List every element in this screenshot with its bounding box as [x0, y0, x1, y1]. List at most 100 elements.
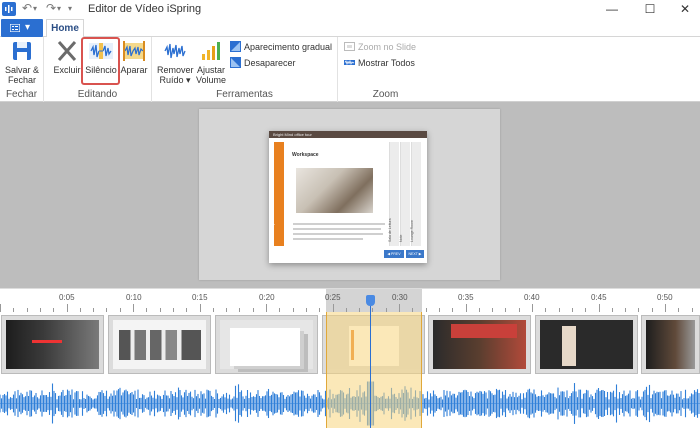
- ruler-tick: [199, 304, 201, 312]
- slide-text-line: [293, 223, 385, 225]
- video-preview-area: Bright Mind office tour Workspace Worksp…: [0, 102, 700, 288]
- trim-icon: [122, 39, 146, 63]
- show-all-button[interactable]: Mostrar Todos: [344, 56, 415, 70]
- ribbon: Salvar & Fechar Fechar Excluir Silêncio …: [0, 37, 700, 102]
- ruler-tick: [66, 304, 68, 312]
- show-all-icon: [344, 59, 355, 66]
- close-button[interactable]: ✕: [670, 1, 700, 17]
- redo-dropdown-icon[interactable]: ▾: [57, 4, 61, 13]
- undo-icon[interactable]: ↶: [22, 1, 32, 15]
- ruler-tick: [266, 304, 267, 312]
- video-thumbnail[interactable]: [428, 315, 531, 374]
- remove-noise-label-1: Remover: [157, 65, 194, 75]
- slide-prev-button: ◀ PREV: [384, 250, 404, 258]
- playhead-handle[interactable]: [366, 295, 375, 306]
- thumbnail-person: [562, 326, 576, 366]
- video-thumbnail[interactable]: [535, 315, 638, 374]
- remove-noise-button[interactable]: Remover Ruído ▾: [157, 39, 194, 85]
- slide-side-label: Workspace: [270, 216, 275, 236]
- ribbon-tab-row: ▾ Home: [0, 19, 700, 38]
- volume-bars-icon: [199, 39, 223, 63]
- trim-label: Aparar: [120, 65, 148, 75]
- menu-icon: [10, 24, 20, 32]
- adjust-volume-label-1: Ajustar: [196, 65, 225, 75]
- undo-dropdown-icon[interactable]: ▾: [33, 4, 37, 13]
- timeline-ruler[interactable]: 0:05 0:10 0:15 0:20 0:25 0:30 0:35 0:40 …: [0, 288, 700, 313]
- tick-label: 0:45: [591, 293, 607, 302]
- preview-frame[interactable]: Bright Mind office tour Workspace Worksp…: [199, 109, 500, 280]
- tick-label: 0:50: [657, 293, 673, 302]
- save-close-button[interactable]: Salvar & Fechar: [4, 39, 40, 85]
- remove-noise-label-2: Ruído ▾: [159, 75, 191, 85]
- tick-label: 0:35: [458, 293, 474, 302]
- ruler-tick: [399, 304, 400, 312]
- noise-waveform-icon: [163, 39, 187, 63]
- delete-button[interactable]: Excluir: [52, 39, 82, 75]
- slide-tab-label-2: Note: [399, 234, 403, 242]
- adjust-volume-button[interactable]: Ajustar Volume: [194, 39, 228, 85]
- group-label-zoom: Zoom: [372, 89, 399, 100]
- adjust-volume-label-2: Volume: [195, 75, 227, 85]
- file-menu-button[interactable]: ▾: [1, 19, 43, 37]
- tick-label: 0:40: [524, 293, 540, 302]
- fade-in-icon: [230, 41, 241, 52]
- tab-home[interactable]: Home: [46, 19, 84, 38]
- slide-next-button: NEXT ▶: [406, 250, 424, 258]
- zoom-slide-icon: [344, 42, 355, 51]
- redo-icon[interactable]: ↷: [46, 1, 56, 15]
- tick-label: 0:30: [392, 293, 408, 302]
- group-ferramentas: Remover Ruído ▾ Ajustar Volume Aparecime…: [152, 37, 338, 102]
- file-menu-chevron-icon: ▾: [25, 22, 31, 33]
- fade-out-icon: [230, 57, 241, 68]
- slide-accordion-tab-2: Note: [399, 142, 410, 246]
- show-all-label: Mostrar Todos: [358, 58, 415, 68]
- app-icon: [2, 2, 16, 16]
- delete-label: Excluir: [53, 65, 81, 75]
- group-fechar: Salvar & Fechar Fechar: [0, 37, 44, 102]
- ruler-tick: [665, 304, 666, 312]
- thumbnail-card: [230, 328, 300, 366]
- office-photo: [296, 168, 373, 213]
- tick-label: 0:10: [126, 293, 142, 302]
- silence-selection-region[interactable]: [326, 312, 422, 428]
- video-thumbnail[interactable]: [1, 315, 104, 374]
- ruler-tick: [133, 304, 134, 312]
- zoom-on-slide-label: Zoom no Slide: [358, 42, 417, 52]
- trim-button[interactable]: Aparar: [119, 39, 149, 75]
- timeline-tracks[interactable]: [0, 312, 700, 428]
- thumbnail-banner: [451, 324, 517, 338]
- group-zoom: Zoom no Slide Mostrar Todos Zoom: [338, 37, 433, 102]
- tick-label: 0:05: [59, 293, 75, 302]
- tick-label: 0:25: [325, 293, 341, 302]
- fade-in-label: Aparecimento gradual: [244, 42, 333, 52]
- group-label-fechar: Fechar: [5, 89, 38, 100]
- ruler-tick: [598, 304, 600, 312]
- group-editando: Excluir Silêncio Aparar Editando: [44, 37, 152, 102]
- slide-text-line: [293, 228, 381, 230]
- slide-header-bar: Bright Mind office tour: [269, 131, 427, 138]
- ruler-tick: [532, 304, 533, 312]
- delete-x-icon: [55, 39, 79, 63]
- save-close-label-1: Salvar &: [4, 65, 39, 75]
- slide-side-tab: Workspace: [270, 142, 284, 246]
- customize-toolbar-icon[interactable]: ▾: [68, 4, 72, 13]
- slide-text-line: [293, 233, 383, 235]
- slide-title: Workspace: [292, 152, 319, 158]
- video-thumbnail[interactable]: [641, 315, 700, 374]
- video-thumbnail[interactable]: [215, 315, 318, 374]
- thumbnail-accent: [32, 340, 62, 343]
- fade-in-button[interactable]: Aparecimento gradual: [230, 40, 332, 54]
- maximize-button[interactable]: ☐: [635, 1, 665, 17]
- zoom-on-slide-button[interactable]: Zoom no Slide: [344, 40, 416, 54]
- fade-out-label: Desaparecer: [244, 58, 296, 68]
- minimize-button[interactable]: —: [597, 1, 627, 17]
- slide-accordion-tab-1: Sala de Leitura: [388, 142, 399, 246]
- group-label-ferramentas: Ferramentas: [216, 89, 273, 100]
- video-thumbnail[interactable]: [108, 315, 211, 374]
- slide-accordion-tab-3: Lounge Room: [410, 142, 421, 246]
- playhead-line: [370, 295, 371, 428]
- window-title: Editor de Vídeo iSpring: [88, 3, 202, 15]
- save-icon: [10, 39, 34, 63]
- fade-out-button[interactable]: Desaparecer: [230, 56, 296, 70]
- ruler-tick: [0, 304, 1, 312]
